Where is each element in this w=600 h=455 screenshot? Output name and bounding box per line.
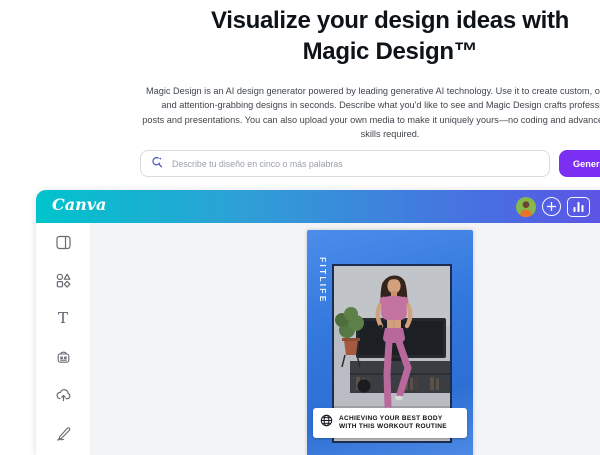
sidebar-item-uploads[interactable] [36,375,90,413]
page-title-line1: Visualize your design ideas with [210,7,570,34]
elements-shapes-icon [56,273,70,288]
description-line: and attention-grabbing designs in second… [161,100,600,111]
description-line: posts and presentations. You can also up… [142,114,600,125]
editor-sidebar: T [36,223,91,455]
sidebar-item-design[interactable] [36,223,90,261]
page-title-line2: Magic Design™ [302,38,478,65]
brand-kit-icon [57,351,69,363]
editor-canvas-area: FITLIFE ACHIEVING YOUR BEST BODY WITH TH… [91,223,600,455]
design-poster[interactable]: FITLIFE ACHIEVING YOUR BEST BODY WITH TH… [307,230,473,455]
design-prompt-input[interactable] [170,157,539,170]
description-line: Magic Design is an AI design generator p… [145,86,600,96]
page-description: Magic Design is an AI design generator p… [0,84,600,141]
magic-search-icon [151,155,163,173]
add-design-button[interactable] [542,197,561,216]
sidebar-item-draw[interactable] [36,413,90,451]
sidebar-item-text[interactable]: T [36,299,90,337]
insights-button[interactable] [567,196,590,217]
globe-icon [320,414,333,432]
sidebar-item-elements[interactable] [36,261,90,299]
poster-headline-line1: ACHIEVING YOUR BEST BODY [339,414,443,422]
prompt-input-container [140,150,550,177]
description-line: skills required. [360,128,420,139]
topbar-actions [516,190,590,223]
generate-design-button[interactable]: Generar un diseño [559,150,600,177]
canva-editor-window: Canva T FITLIFE ACHIEVING YOUR BEST BODY… [36,190,600,455]
page-title: Visualize your design ideas with Magic D… [0,5,600,67]
user-avatar[interactable] [516,196,536,217]
page: Visualize your design ideas with Magic D… [0,0,600,455]
text-T-icon: T [57,308,68,327]
sidebar-item-brand[interactable] [36,337,90,375]
bar-chart-icon [573,201,584,212]
draw-pen-icon [56,426,70,441]
upload-cloud-icon [56,388,70,401]
editor-header-bar: Canva [36,190,600,223]
canva-logo[interactable]: Canva [52,195,106,214]
poster-headline-banner: ACHIEVING YOUR BEST BODY WITH THIS WORKO… [313,408,467,438]
poster-headline-line2: WITH THIS WORKOUT ROUTINE [339,423,447,430]
poster-headline: ACHIEVING YOUR BEST BODY WITH THIS WORKO… [339,415,447,432]
poster-brand-text: FITLIFE [318,257,328,304]
design-panel-icon [55,235,71,249]
